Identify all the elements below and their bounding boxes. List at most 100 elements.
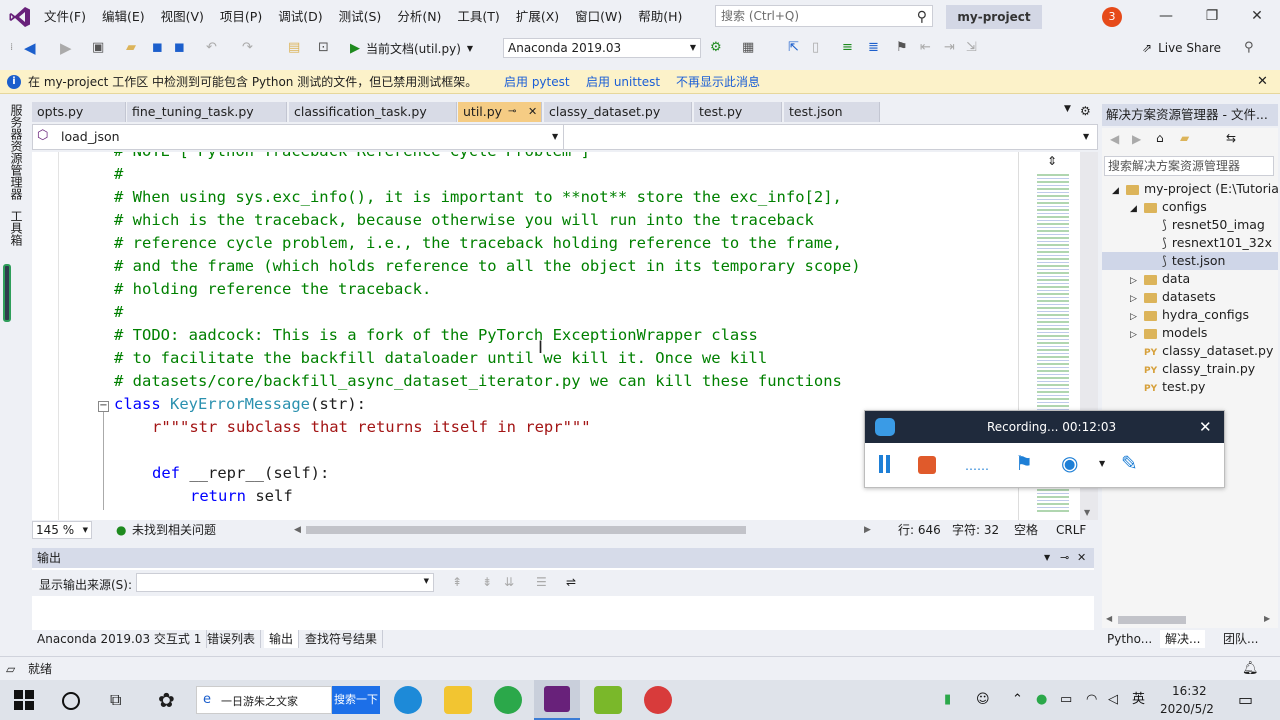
cortana-icon[interactable] bbox=[62, 692, 80, 710]
tab-error-list[interactable]: 错误列表 bbox=[202, 630, 262, 648]
save-icon[interactable]: ◼ bbox=[152, 40, 163, 56]
menu-edit[interactable]: 编辑(E) bbox=[94, 0, 153, 34]
chevron-down-icon[interactable]: ▼ bbox=[552, 132, 558, 141]
people-icon[interactable]: ☺ bbox=[976, 680, 990, 720]
sync-icon[interactable]: ⇆ bbox=[1226, 131, 1236, 145]
save-all-icon[interactable]: ◼ bbox=[174, 40, 185, 56]
close-icon[interactable]: ✕ bbox=[1199, 411, 1212, 443]
tab-anaconda-interactive[interactable]: Anaconda 2019.03 交互式 1 bbox=[32, 630, 208, 648]
menu-file[interactable]: 文件(F) bbox=[36, 0, 94, 34]
back-icon[interactable]: ◀ bbox=[24, 40, 36, 56]
collapse-icon[interactable]: − bbox=[98, 401, 109, 412]
restore-icon[interactable]: ❐ bbox=[1189, 0, 1235, 34]
find-in-files-icon[interactable]: ▤ bbox=[288, 40, 300, 56]
chevron-down-icon[interactable]: ▼ bbox=[1083, 132, 1089, 141]
server-explorer-tab[interactable]: 服务器资源管理器 bbox=[8, 104, 25, 200]
horizontal-scrollbar-thumb[interactable] bbox=[1118, 616, 1186, 624]
bell-icon[interactable]: 🔔︎ bbox=[1242, 657, 1259, 681]
menu-test[interactable]: 测试(S) bbox=[331, 0, 390, 34]
split-icon[interactable]: ⇕ bbox=[1047, 154, 1057, 168]
close-icon[interactable]: ✕ bbox=[1257, 70, 1268, 94]
tab-python-environments[interactable]: Pytho... bbox=[1102, 630, 1157, 648]
enable-pytest-link[interactable]: 启用 pytest bbox=[504, 70, 570, 94]
pen-icon[interactable]: ✎ bbox=[1121, 451, 1138, 475]
redo-icon[interactable]: ↷ bbox=[242, 40, 253, 56]
prev-bookmark-icon[interactable]: ⇤ bbox=[920, 40, 931, 56]
clear-bookmark-icon[interactable]: ⇲ bbox=[966, 40, 977, 56]
tray-app-icon[interactable]: ● bbox=[1036, 680, 1047, 720]
menu-help[interactable]: 帮助(H) bbox=[630, 0, 690, 34]
tab-team-explorer[interactable]: 团队... bbox=[1218, 630, 1263, 648]
close-window-icon[interactable]: ✕ bbox=[1234, 0, 1280, 34]
volume-icon[interactable]: ◁ bbox=[1108, 680, 1118, 720]
undo-icon[interactable]: ↶ bbox=[206, 40, 217, 56]
tree-item[interactable]: ▷ data bbox=[1102, 270, 1278, 290]
menu-analyze[interactable]: 分析(N) bbox=[389, 0, 449, 34]
menu-view[interactable]: 视图(V) bbox=[153, 0, 212, 34]
layout-icon[interactable]: ▦ bbox=[742, 40, 754, 56]
windows-start-icon[interactable] bbox=[14, 690, 34, 710]
run-button[interactable]: ▶ 当前文档(util.py) ▼ bbox=[350, 38, 473, 58]
scroll-left-icon[interactable]: ◀ bbox=[1106, 614, 1112, 623]
clock-date[interactable]: 2020/5/2 bbox=[1160, 700, 1214, 718]
goto-prev-icon[interactable]: ⇞ bbox=[452, 575, 462, 589]
indent-mode[interactable]: 空格 bbox=[1014, 520, 1038, 540]
menu-extensions[interactable]: 扩展(X) bbox=[508, 0, 567, 34]
zoom-dropdown[interactable]: 145 % ▼ bbox=[32, 521, 92, 539]
browser-icon[interactable] bbox=[494, 686, 522, 714]
scroll-right-icon[interactable]: ▶ bbox=[1264, 614, 1270, 623]
tab-util[interactable]: util.py ⊸ ✕ bbox=[458, 102, 542, 122]
tree-item[interactable]: PY classy_dataset.py bbox=[1102, 342, 1278, 362]
next-bookmark-icon[interactable]: ⇥ bbox=[944, 40, 955, 56]
python-env-icon[interactable]: ⚙ bbox=[710, 40, 722, 56]
goto-last-icon[interactable]: ⇊ bbox=[504, 575, 514, 589]
environment-dropdown[interactable]: Anaconda 2019.03 ▼ bbox=[503, 38, 701, 58]
tab-overflow-icon[interactable]: ▼ bbox=[1064, 104, 1071, 114]
chevron-down-icon[interactable]: ▼ bbox=[1099, 459, 1105, 468]
power-icon[interactable]: ▭ bbox=[1060, 680, 1072, 720]
dont-show-again-link[interactable]: 不再显示此消息 bbox=[676, 70, 760, 94]
clock-time[interactable]: 16:32 bbox=[1172, 682, 1207, 700]
tree-item[interactable]: ⟆ resnext101_32x bbox=[1102, 234, 1278, 252]
tree-item[interactable]: ◢ configs bbox=[1102, 198, 1278, 218]
notification-badge[interactable]: 3 bbox=[1102, 7, 1122, 27]
menu-tools[interactable]: 工具(T) bbox=[449, 0, 507, 34]
function-dropdown-value[interactable]: load_json bbox=[61, 129, 120, 144]
goto-next-icon[interactable]: ⇟ bbox=[482, 575, 492, 589]
search-box[interactable]: 搜索 (Ctrl+Q) ⚲ bbox=[715, 5, 933, 27]
menu-window[interactable]: 窗口(W) bbox=[567, 0, 630, 34]
scroll-down-icon[interactable]: ▼ bbox=[1084, 508, 1090, 517]
tab-find-symbol-results[interactable]: 查找符号结果 bbox=[300, 630, 384, 648]
file-explorer-icon[interactable] bbox=[444, 686, 472, 714]
pause-icon[interactable] bbox=[879, 455, 883, 473]
edge-icon[interactable] bbox=[394, 686, 422, 714]
solution-search-input[interactable]: 搜索解决方案资源管理器 bbox=[1104, 156, 1274, 176]
open-folder-icon[interactable]: ▰ bbox=[126, 40, 136, 56]
tree-item[interactable]: ▷ datasets bbox=[1102, 288, 1278, 308]
scroll-left-icon[interactable]: ◀ bbox=[294, 520, 301, 540]
issues-label[interactable]: 未找到相关问题 bbox=[132, 520, 216, 540]
pin-icon[interactable]: ⊸ bbox=[508, 102, 516, 122]
taskbar-search-button[interactable]: 搜索一下 bbox=[332, 686, 380, 714]
word-wrap-icon[interactable]: ⇌ bbox=[566, 575, 576, 589]
pause-icon[interactable] bbox=[886, 455, 890, 473]
webcam-icon[interactable]: ◉ bbox=[1061, 451, 1078, 475]
toolbox-tab[interactable]: 工具箱 bbox=[8, 210, 25, 246]
indent-icon[interactable]: ≡ bbox=[842, 40, 853, 56]
feedback-icon[interactable]: ⚲ bbox=[1244, 40, 1254, 56]
chevron-down-icon[interactable]: ▼ bbox=[1044, 548, 1050, 568]
pin-icon[interactable]: ⊸ bbox=[1060, 548, 1069, 568]
enable-unittest-link[interactable]: 启用 unittest bbox=[586, 70, 660, 94]
app-icon[interactable]: ✿ bbox=[158, 680, 175, 720]
chevron-up-icon[interactable]: ⌃ bbox=[1012, 680, 1023, 720]
format-icon[interactable]: ▯ bbox=[812, 40, 819, 56]
window-icon[interactable]: ⊡ bbox=[318, 40, 329, 56]
wifi-icon[interactable]: ◠ bbox=[1086, 680, 1097, 720]
tree-item[interactable]: ⟆ test.json bbox=[1102, 252, 1278, 270]
tab-fine-tuning-task[interactable]: fine_tuning_task.py bbox=[127, 102, 287, 122]
battery-icon[interactable]: ▮ bbox=[944, 680, 951, 720]
close-icon[interactable]: ✕ bbox=[1077, 548, 1086, 568]
tree-item[interactable]: ◢ my-project (E:\Tutoria bbox=[1102, 180, 1278, 200]
task-view-icon[interactable]: ⧉ bbox=[110, 680, 121, 720]
bookmark-icon[interactable]: ⚑ bbox=[896, 40, 908, 56]
